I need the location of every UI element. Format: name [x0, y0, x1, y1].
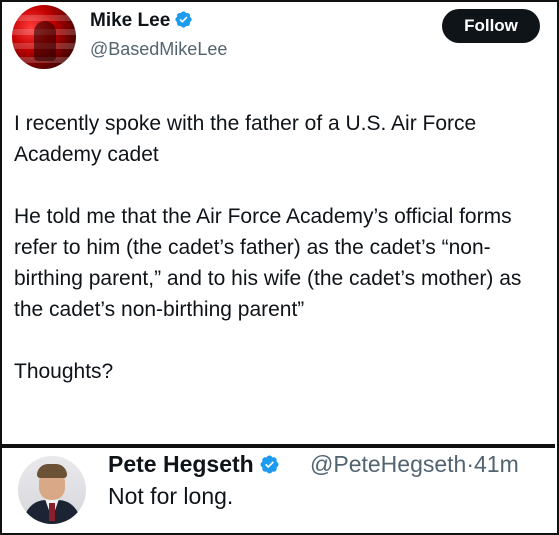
tweet-text: I recently spoke with the father of a U.… [14, 108, 544, 418]
verified-badge-icon [175, 11, 192, 28]
tweet-card: Mike Lee @BasedMikeLee Follow I recently… [0, 0, 555, 444]
author-name[interactable]: Mike Lee [90, 10, 193, 32]
tweet-paragraph: Thoughts? [14, 360, 114, 383]
tweet-paragraph: He told me that the Air Force Academy’s … [14, 205, 522, 321]
verified-badge-icon [260, 455, 279, 474]
author-name-text[interactable]: Mike Lee [90, 10, 170, 31]
reply-author-name-text[interactable]: Pete Hegseth [108, 451, 254, 477]
follow-button[interactable]: Follow [442, 9, 540, 43]
reply-text: Not for long. [108, 483, 234, 509]
reply-card: Pete Hegseth @PeteHegseth·41m Not for lo… [0, 448, 555, 533]
author-handle[interactable]: @BasedMikeLee [90, 39, 227, 60]
meta-separator: · [466, 451, 474, 477]
avatar[interactable] [18, 456, 86, 524]
avatar[interactable] [12, 5, 76, 69]
reply-meta: @PeteHegseth·41m [310, 451, 519, 478]
reply-timestamp[interactable]: 41m [474, 451, 519, 477]
tweet-paragraph: I recently spoke with the father of a U.… [14, 112, 477, 166]
reply-author-handle[interactable]: @PeteHegseth [310, 451, 466, 477]
reply-author-name[interactable]: Pete Hegseth [108, 451, 280, 478]
